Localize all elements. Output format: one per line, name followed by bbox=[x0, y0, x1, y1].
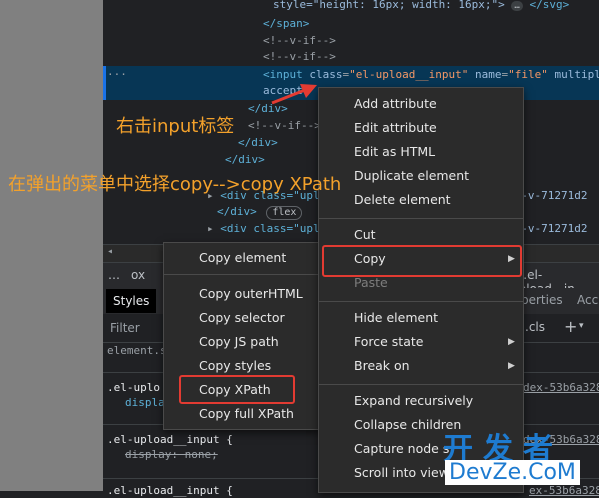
annotation-right-click: 右击input标签 bbox=[116, 116, 235, 137]
watermark-en: DevZe.CoM bbox=[445, 460, 580, 485]
watermark-logo: 开发者 DevZe.CoM bbox=[443, 424, 599, 491]
annotation-select-copy-xpath: 在弹出的菜单中选择copy-->copy XPath bbox=[8, 174, 342, 195]
annotation-arrow-icon bbox=[271, 84, 317, 105]
